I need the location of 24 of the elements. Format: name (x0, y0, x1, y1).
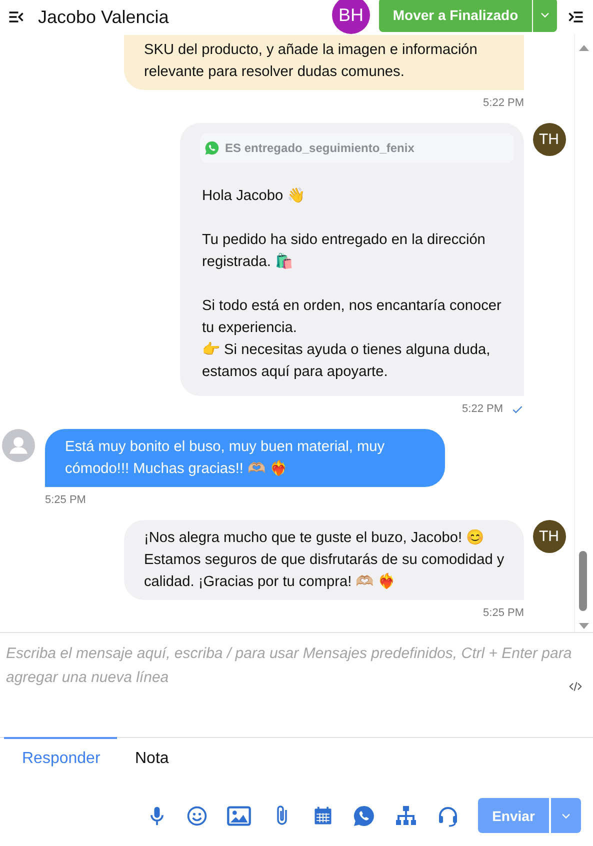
code-icon[interactable] (568, 679, 583, 694)
emoji-icon[interactable] (186, 804, 208, 826)
message-text: SKU del producto, y añade la imagen e información relevante para resolver dudas comunes. (144, 41, 478, 82)
move-status-button[interactable]: Mover a Finalizado (379, 0, 532, 32)
message-text: Hola Jacobo 👋 Tu pedido ha sido entregado en la dirección registrada. 🛍 Si todo está en orden, nos encantaría conocer tu experiencia. 👉 Si necesitas ayuda o tienes alguna duda, estamos aquí para apoyarte. (202, 186, 502, 382)
composer-tab[interactable]: Responder (4, 737, 117, 779)
contact-name: Jacobo Valencia (38, 6, 170, 28)
template-name: ES entregado_seguimiento_fenix (225, 140, 414, 157)
assignee-avatar: BH (332, 0, 370, 34)
message-text: Está muy bonito el buso, muy buen material, muy cómodo!!! Muchas gracias!! 🫶🏼 ❤‍🔥 (65, 438, 386, 479)
message-time: 5:25 PM (483, 606, 524, 621)
calendar-icon[interactable] (312, 804, 334, 826)
hierarchy-icon[interactable] (394, 804, 418, 828)
send-button[interactable]: Enviar (478, 798, 549, 833)
message-text: ¡Nos alegra mucho que te guste el buzo, Jacobo! 😊 Estamos seguros de que disfrutarás de su comodidad y calidad. ¡Gracias por tu compra! 🫶🏼 ❤‍🔥 (144, 528, 506, 592)
agent-avatar: TH (532, 520, 566, 553)
message-time: 5:25 PM (45, 493, 86, 508)
message-time: 5:22 PM (462, 402, 503, 417)
whatsapp-icon (204, 140, 220, 156)
user-avatar-icon (2, 429, 35, 462)
agent-avatar: TH (532, 123, 566, 156)
message-time: 5:22 PM (483, 96, 524, 111)
composer-tab[interactable]: Nota (117, 737, 187, 779)
whatsapp-icon[interactable] (352, 804, 376, 828)
